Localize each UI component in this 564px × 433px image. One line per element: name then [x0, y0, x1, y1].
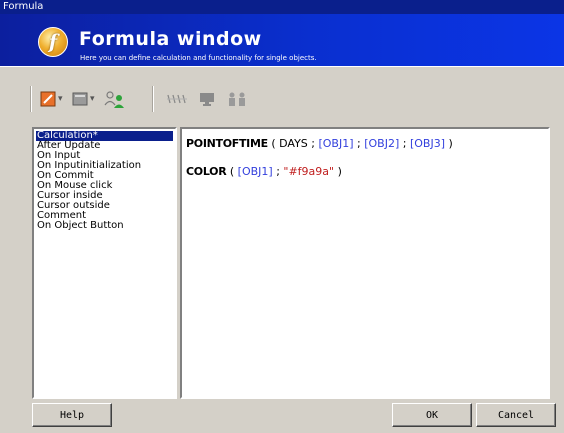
monitor-button[interactable] [198, 90, 216, 108]
string-literal: "#f9a9a" [283, 165, 335, 178]
formula-text: ; [272, 165, 284, 178]
chevron-down-icon: ▾ [90, 94, 95, 104]
formula-window: Formula f Formula window Here you can de… [0, 0, 564, 433]
formula-text: ( [226, 165, 238, 178]
object-reference[interactable]: [OBJ1] [318, 137, 353, 150]
formula-text: ) [444, 137, 453, 150]
header-banner: f Formula window Here you can define cal… [0, 14, 564, 67]
formula-editor[interactable]: POINTOFTIME ( DAYS ; [OBJ1] ; [OBJ2] ; [… [180, 127, 550, 399]
cancel-button-label: Cancel [497, 410, 535, 421]
glasses-icon [167, 94, 187, 104]
logo-letter: f [48, 31, 58, 53]
frame-button[interactable]: ▾ [72, 90, 95, 108]
users-button[interactable] [104, 90, 126, 108]
glasses-button[interactable] [166, 90, 188, 108]
formula-text: ( DAYS ; [267, 137, 319, 150]
event-list[interactable]: Calculation* After Update On Input On Input… [32, 127, 177, 399]
cancel-button[interactable]: Cancel [476, 403, 556, 427]
list-item[interactable]: On Object Button [36, 221, 173, 231]
toolbar-separator [152, 86, 154, 112]
help-button-label: Help [59, 410, 85, 421]
formula-line[interactable]: POINTOFTIME ( DAYS ; [OBJ1] ; [OBJ2] ; [… [186, 137, 544, 151]
window-title: Formula [3, 1, 44, 12]
formula-text: ; [399, 137, 410, 150]
formula-text: ; [353, 137, 365, 150]
color-picker-button[interactable]: ▾ [40, 90, 63, 108]
function-keyword: POINTOFTIME [186, 137, 268, 150]
ok-button[interactable]: OK [392, 403, 472, 427]
users-icon [104, 91, 124, 108]
toolbar: ▾ ▾ [30, 84, 550, 118]
people-icon [229, 92, 245, 106]
people-button[interactable] [226, 90, 248, 108]
window-title-bar[interactable]: Formula [0, 0, 564, 14]
formula-logo-icon: f [38, 27, 68, 57]
color-picker-icon [40, 91, 56, 107]
object-reference[interactable]: [OBJ3] [410, 137, 445, 150]
formula-text: ) [334, 165, 342, 178]
function-keyword: COLOR [186, 165, 227, 178]
chevron-down-icon: ▾ [58, 94, 63, 104]
frame-icon [72, 92, 88, 106]
monitor-icon [200, 93, 214, 106]
toolbar-separator [30, 86, 32, 112]
header-title: Formula window [79, 28, 262, 50]
header-subtitle: Here you can define calculation and func… [80, 54, 317, 62]
ok-button-label: OK [425, 410, 439, 421]
formula-line[interactable]: COLOR ( [OBJ1] ; "#f9a9a" ) [186, 165, 544, 179]
object-reference[interactable]: [OBJ1] [238, 165, 273, 178]
help-button[interactable]: Help [32, 403, 112, 427]
object-reference[interactable]: [OBJ2] [364, 137, 399, 150]
